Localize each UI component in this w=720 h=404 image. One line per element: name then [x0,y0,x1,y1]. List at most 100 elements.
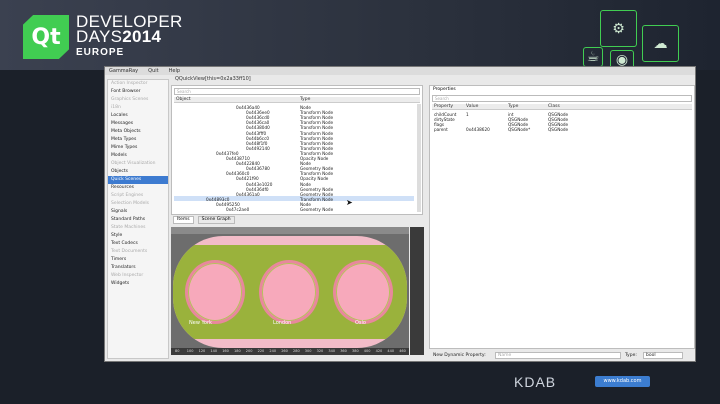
sidebar-item[interactable]: Resources [108,184,168,192]
clock-label: New York [189,320,212,326]
tree-scrollbar[interactable] [417,104,421,212]
conference-title-days: DAYS [76,27,123,46]
tree-row-object[interactable]: 0x47c2ae0 [226,207,249,212]
sidebar-item[interactable]: Selection Models [108,200,168,208]
clock-london [259,260,319,324]
ruler-tick: 320 [316,349,324,353]
sidebar-item[interactable]: Standard Paths [108,216,168,224]
sidebar-item[interactable]: Meta Types [108,136,168,144]
tree-row-object[interactable]: 0x4436780 [246,166,270,171]
ruler-tick: 460 [399,349,406,353]
horizontal-ruler: 80 100 120 140 160 180 200 220 240 260 280 300 320 34… [171,348,409,355]
menu-gammaray[interactable]: GammaRay [109,67,138,75]
sidebar-item[interactable]: Objects [108,168,168,176]
mouse-cursor-icon: ➤ [346,198,353,207]
clock-oslo [333,260,393,324]
menu-quit[interactable]: Quit [148,67,158,75]
cup-icon: ☕ [583,47,603,67]
object-tree-header: Object Type [174,97,420,103]
sidebar-item[interactable]: Object Visualization [108,160,168,168]
ruler-tick: 140 [210,349,218,353]
column-property: Property [434,104,454,109]
column-object: Object [176,97,191,102]
scene-preview: New York London Oslo 80 100 120 140 160 180 20… [171,227,409,355]
object-tree-panel: Search Object Type 0x4436a40 Node 0x4436ee… [171,85,423,215]
dynamic-property-label: New Dynamic Property: [433,353,486,358]
property-cell-type: QSGNode* [508,127,531,132]
type-label: Type: [625,353,637,358]
ruler-tick: 280 [293,349,300,353]
ruler-tick: 400 [363,349,371,353]
sidebar-item[interactable]: Font Browser [108,88,168,96]
ruler-tick: 200 [245,349,253,353]
ruler-tick: 440 [387,349,395,353]
sidebar-item[interactable]: Graphics Scenes [108,96,168,104]
sidebar-item[interactable]: Web Inspector [108,272,168,280]
sidebar-item[interactable]: Text Codecs [108,240,168,248]
clock-label: London [273,320,292,326]
tool-list: Action Inspector Font Browser Graphics Sce… [107,79,169,359]
property-cell-value: 1 [466,112,469,117]
ruler-tick: 160 [222,349,229,353]
qt-logo-text: Qt [31,24,61,50]
tab-items[interactable]: Items [173,216,194,224]
clock-label: Oslo [355,320,366,326]
ruler-tick: 380 [352,349,359,353]
properties-panel: Properties Search Property Value Type Cl… [429,85,695,349]
type-select[interactable]: bool [643,352,683,359]
window-title: QQuickView[this=0x2a33ff10] [175,76,251,82]
scene-stage: New York London Oslo [173,236,407,348]
sidebar-item[interactable]: Signals [108,208,168,216]
gammaray-window: GammaRay Quit Help QQuickView[this=0x2a3… [104,66,696,362]
clock-new-york [185,260,245,324]
menu-help[interactable]: Help [169,67,180,75]
sidebar-item[interactable]: i18n [108,104,168,112]
column-value: Value [466,104,479,109]
sidebar-item[interactable]: Meta Objects [108,128,168,136]
ruler-tick: 120 [198,349,206,353]
object-search-input[interactable]: Search [174,88,420,95]
dynamic-property-name-input[interactable]: Name [495,352,621,359]
sidebar-item[interactable]: Translators [108,264,168,272]
sidebar-item[interactable]: Quick Scenes [108,176,168,184]
view-tabs: Items Scene Graph [173,216,235,224]
ruler-tick: 240 [269,349,277,353]
ruler-tick: 180 [234,349,241,353]
scene-toolbar [171,227,409,234]
column-type: Type [300,97,311,102]
sidebar-item[interactable]: Script Engines [108,192,168,200]
ruler-tick: 80 [175,349,180,353]
qt-logo: Qt [23,15,69,59]
sidebar-item[interactable]: State Machines [108,224,168,232]
gear-icon: ⚙ [600,10,637,47]
sidebar-item[interactable]: Models [108,152,168,160]
property-cell-property: parent [434,127,448,132]
tree-row-type: Geometry Node [300,207,334,212]
property-cell-class: QSGNode [548,127,569,132]
sidebar-item[interactable]: Mime Types [108,144,168,152]
sidebar-item[interactable]: Action Inspector [108,80,168,88]
kdab-logo: KDAB [514,374,557,390]
sidebar-item[interactable]: Locales [108,112,168,120]
sidebar-item[interactable]: Timers [108,256,168,264]
properties-header: Property Value Type Class [432,104,692,110]
ruler-tick: 300 [304,349,312,353]
menu-bar: GammaRay Quit Help [105,67,695,75]
sidebar-item[interactable]: Messages [108,120,168,128]
sidebar-item[interactable]: Text Documents [108,248,168,256]
tab-scene-graph[interactable]: Scene Graph [197,216,235,224]
slide-header: Qt DEVELOPER DAYS2014 EUROPE ⚙ ☁ ☕ ◉ [0,0,720,70]
column-class: Class [548,104,560,109]
ruler-tick: 220 [257,349,265,353]
property-cell-value: 0x4438620 [466,127,490,132]
tree-row-object[interactable]: 0x4492140 [246,146,270,151]
properties-search-input[interactable]: Search [432,95,692,102]
sidebar-item[interactable]: Widgets [108,280,168,288]
cloud-upload-icon: ☁ [642,25,679,62]
ruler-tick: 260 [281,349,288,353]
conference-region: EUROPE [76,47,125,58]
kdab-url-link[interactable]: www.kdab.com [595,376,650,387]
sidebar-item[interactable]: Style [108,232,168,240]
properties-title: Properties [433,87,456,92]
conference-title: DEVELOPER DAYS2014 [76,13,183,46]
